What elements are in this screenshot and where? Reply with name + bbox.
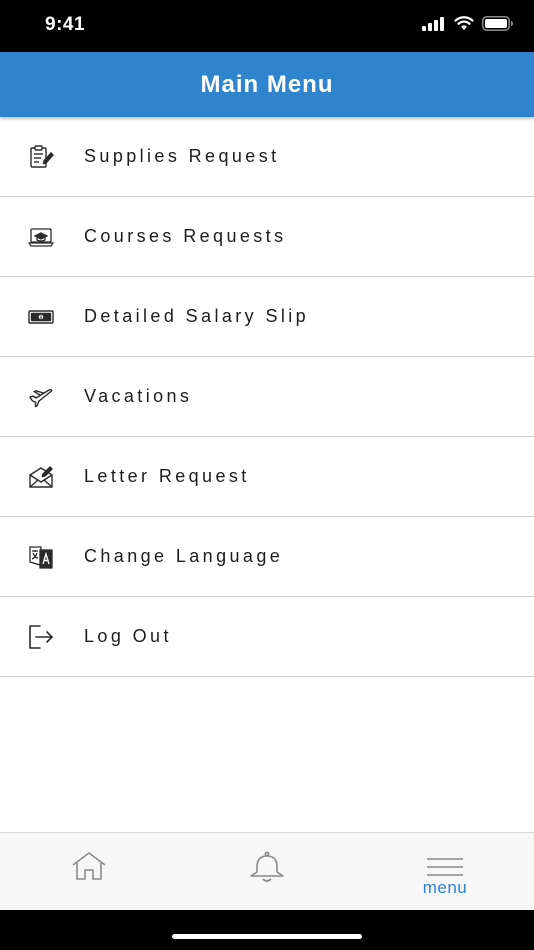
money-bill-icon: $ (28, 304, 54, 330)
menu-item-vacations[interactable]: Vacations (0, 357, 534, 437)
battery-icon (482, 16, 514, 36)
wifi-icon (454, 16, 474, 36)
home-indicator[interactable] (172, 934, 362, 939)
tab-home[interactable] (0, 833, 178, 911)
translate-icon (28, 544, 54, 570)
menu-item-label: Vacations (84, 386, 193, 406)
app-header: Main Menu (0, 52, 534, 117)
menu-item-letter-request[interactable]: Letter Request (0, 437, 534, 517)
menu-item-label: Courses Requests (84, 226, 287, 246)
tab-menu[interactable]: menu (356, 833, 534, 911)
status-icons (422, 16, 514, 36)
menu-item-supplies-request[interactable]: Supplies Request (0, 117, 534, 197)
menu-item-courses-requests[interactable]: Courses Requests (0, 197, 534, 277)
menu-item-detailed-salary-slip[interactable]: $ Detailed Salary Slip (0, 277, 534, 357)
cellular-signal-icon (422, 16, 446, 36)
status-bar: 9:41 (0, 0, 534, 52)
menu-item-log-out[interactable]: Log Out (0, 597, 534, 677)
menu-item-change-language[interactable]: Change Language (0, 517, 534, 597)
bell-icon (248, 851, 286, 888)
clipboard-edit-icon (28, 144, 54, 170)
menu-item-label: Letter Request (84, 466, 250, 486)
menu-item-label: Detailed Salary Slip (84, 306, 310, 326)
airplane-icon (28, 384, 54, 410)
tab-notifications[interactable] (178, 833, 356, 911)
svg-text:$: $ (39, 315, 42, 321)
menu-item-label: Log Out (84, 626, 172, 646)
menu-item-label: Supplies Request (84, 146, 280, 166)
main-menu-list: Supplies Request Courses Requests $ Deta… (0, 117, 534, 677)
envelope-letter-icon (28, 464, 54, 490)
page-title: Main Menu (200, 70, 334, 98)
home-indicator-area (0, 910, 534, 950)
tab-menu-label: menu (422, 878, 468, 897)
bottom-tab-bar: menu (0, 832, 534, 911)
laptop-course-icon (28, 224, 54, 250)
menu-item-label: Change Language (84, 546, 284, 566)
home-icon (71, 851, 107, 886)
status-time: 9:41 (45, 14, 86, 35)
logout-icon (28, 624, 54, 650)
